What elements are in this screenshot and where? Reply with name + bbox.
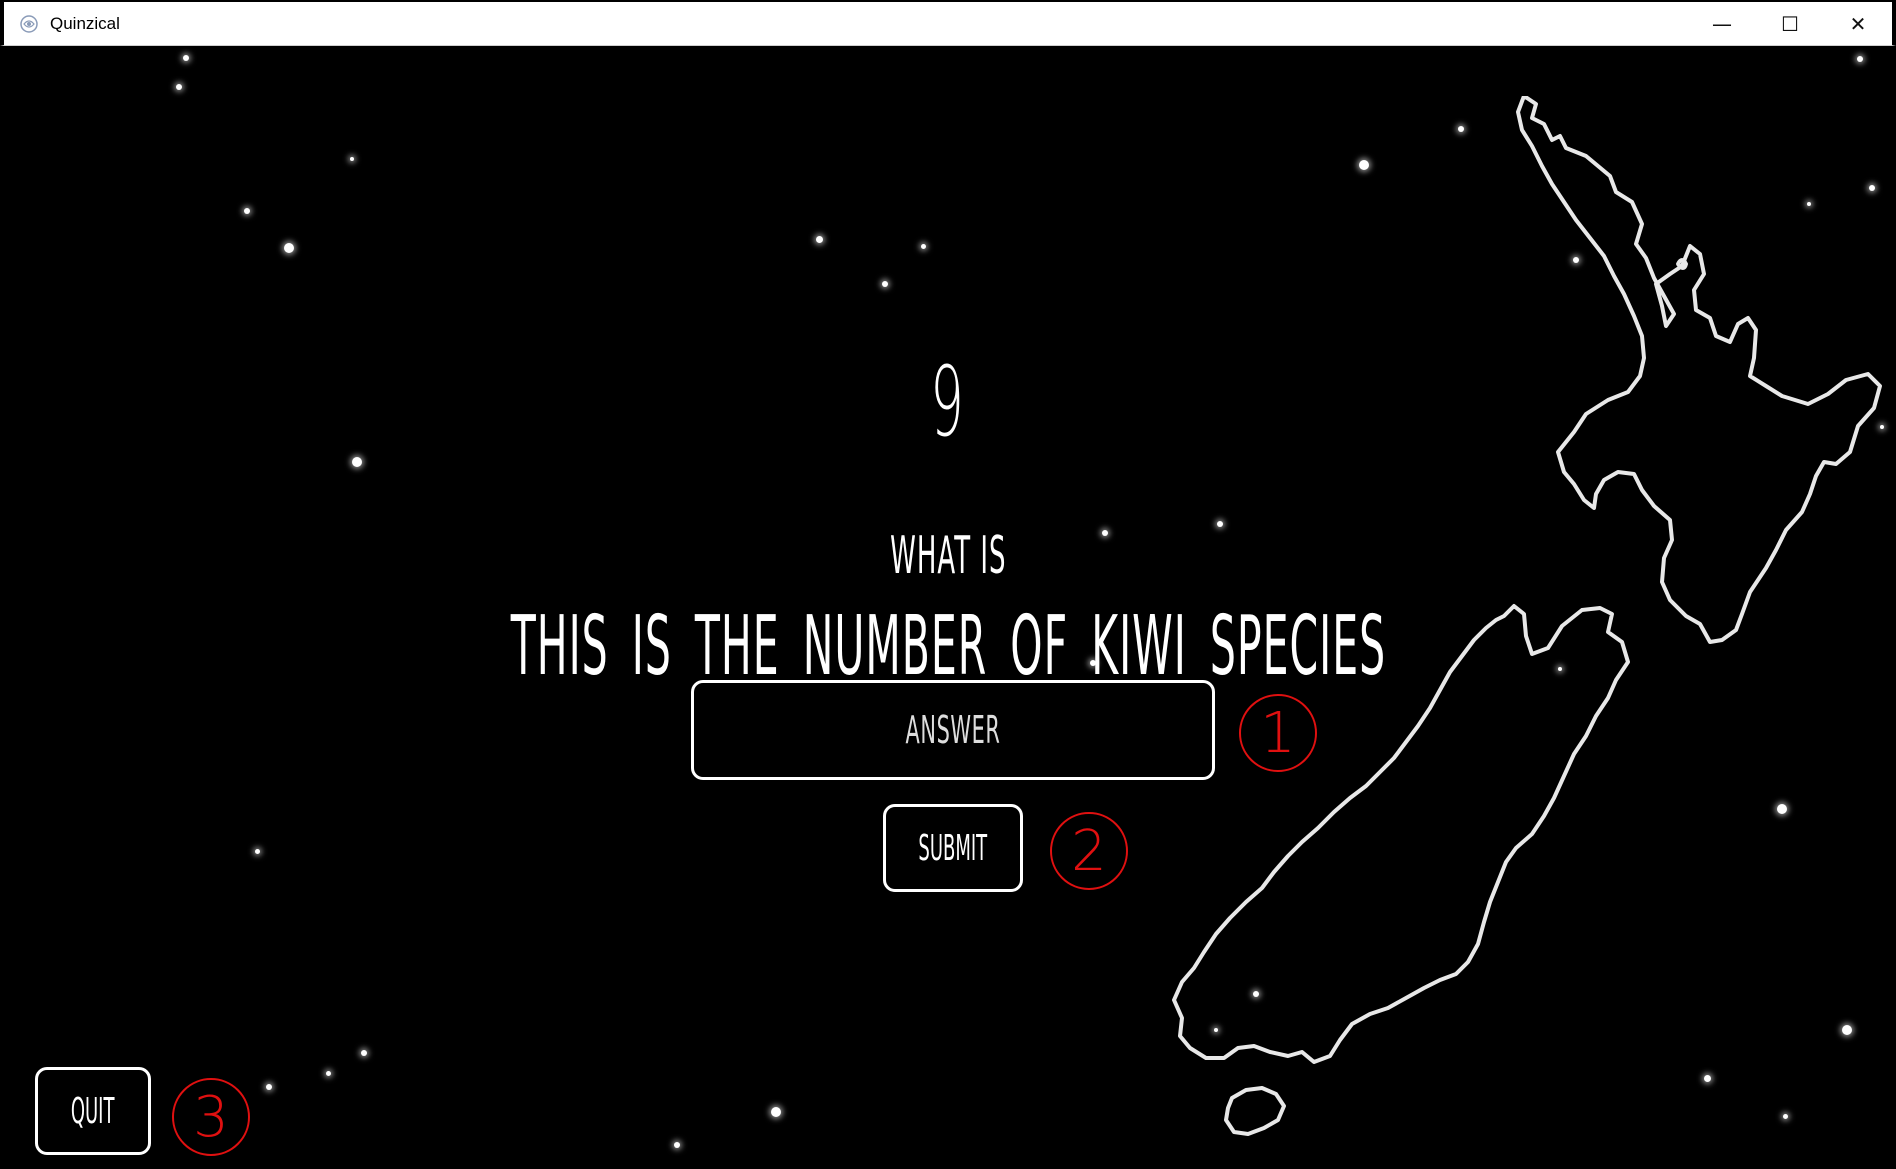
app-logo-icon: [18, 13, 40, 35]
quit-button[interactable]: QUIT: [35, 1067, 151, 1155]
game-stage: 9 WHAT IS THIS IS THE NUMBER OF KIWI SPE…: [4, 46, 1892, 1169]
question-prompt: WHAT IS: [889, 526, 1007, 586]
window-title: Quinzical: [50, 13, 120, 33]
submit-button[interactable]: SUBMIT: [883, 804, 1023, 892]
annotation-marker-2: 2: [1050, 812, 1128, 890]
minimize-button[interactable]: —: [1688, 2, 1756, 45]
maximize-button[interactable]: ☐: [1756, 2, 1824, 45]
answer-field[interactable]: [691, 680, 1215, 780]
annotation-marker-3: 3: [172, 1078, 250, 1156]
annotation-marker-1: 1: [1239, 694, 1317, 772]
title-bar: Quinzical — ☐ ✕: [0, 0, 1896, 46]
answer-input[interactable]: [810, 682, 1096, 778]
close-button[interactable]: ✕: [1824, 2, 1892, 45]
question-value: 9: [930, 346, 966, 458]
window-controls: — ☐ ✕: [1688, 2, 1892, 45]
